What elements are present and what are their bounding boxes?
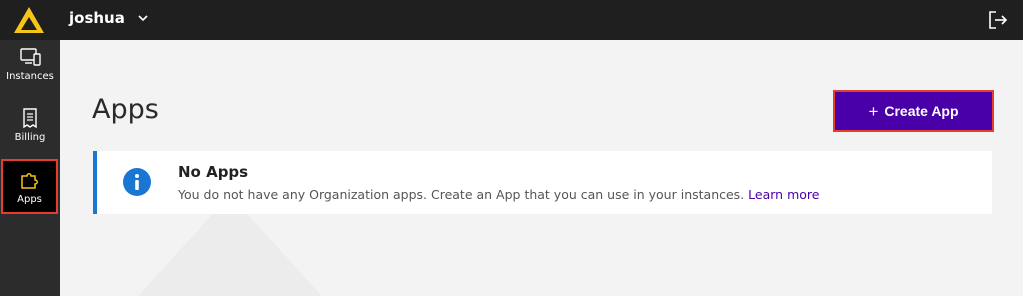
billing-icon — [23, 108, 37, 129]
puzzle-icon — [20, 173, 38, 189]
sidebar-item-label: Instances — [6, 71, 54, 82]
logout-icon[interactable] — [987, 9, 1009, 31]
plus-icon: + — [868, 101, 879, 121]
page-title: Apps — [92, 94, 159, 125]
create-app-button[interactable]: + Create App — [833, 90, 994, 132]
learn-more-link[interactable]: Learn more — [748, 187, 819, 202]
sidebar-item-instances[interactable]: Instances — [0, 46, 60, 101]
sidebar-item-label: Billing — [14, 132, 46, 143]
sidebar: Instances Billing Apps — [0, 40, 60, 296]
sidebar-item-apps[interactable]: Apps — [1, 159, 58, 214]
instances-icon — [20, 48, 41, 66]
notice-title: No Apps — [178, 163, 249, 181]
create-app-label: Create App — [884, 103, 959, 119]
chevron-down-icon[interactable] — [136, 11, 150, 25]
main-content: Apps + Create App No Apps You do not hav… — [60, 40, 1023, 296]
org-name[interactable]: joshua — [69, 9, 125, 27]
logo-icon[interactable] — [13, 6, 45, 34]
empty-state-notice: No Apps You do not have any Organization… — [93, 151, 992, 214]
sidebar-item-billing[interactable]: Billing — [0, 107, 60, 162]
notice-message-text: You do not have any Organization apps. C… — [178, 187, 745, 202]
sidebar-item-label: Apps — [17, 194, 42, 205]
top-bar: joshua — [0, 0, 1023, 40]
notice-message: You do not have any Organization apps. C… — [178, 187, 819, 202]
info-icon — [123, 168, 151, 196]
